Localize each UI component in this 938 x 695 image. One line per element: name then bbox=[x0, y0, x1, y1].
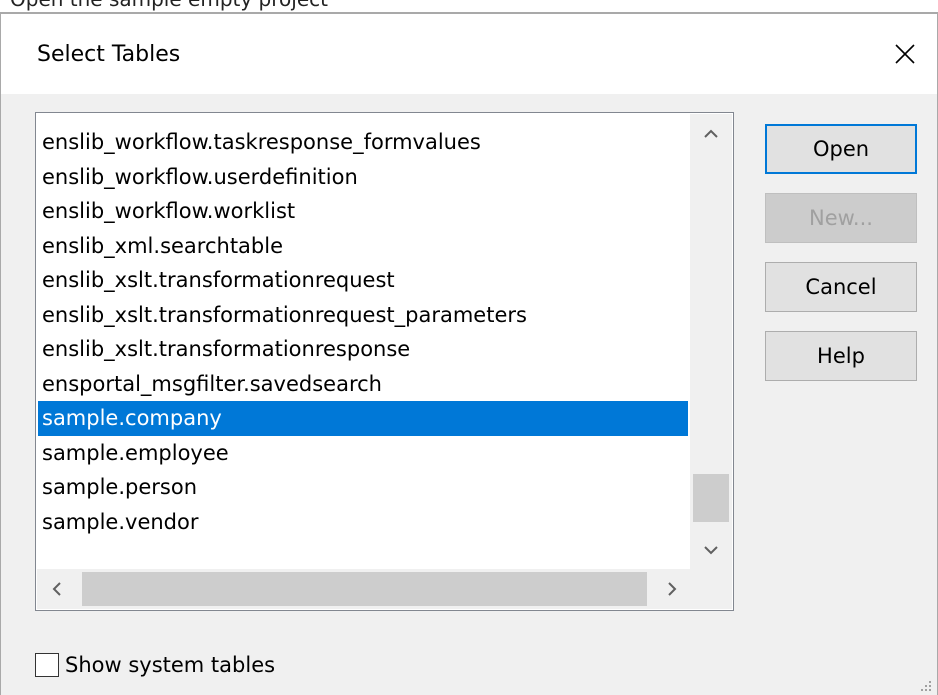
list-item[interactable]: enslib_xslt.transformationrequest bbox=[38, 263, 688, 298]
dialog-title: Select Tables bbox=[37, 42, 181, 67]
show-system-tables-checkbox[interactable]: Show system tables bbox=[35, 647, 275, 683]
list-item[interactable]: sample.company bbox=[38, 401, 688, 436]
list-item[interactable]: enslib_xslt.transformationrequest_parame… bbox=[38, 298, 688, 333]
background-window: Open the sample empty project bbox=[0, 0, 938, 12]
close-button[interactable] bbox=[883, 32, 927, 76]
list-item[interactable]: ensportal_msgfilter.savedsearch bbox=[38, 367, 688, 402]
checkbox-box[interactable] bbox=[35, 653, 59, 677]
list-item[interactable]: enslib_xml.searchtable bbox=[38, 229, 688, 264]
list-item[interactable]: sample.vendor bbox=[38, 505, 688, 540]
list-item[interactable]: enslib_workflow.worklist bbox=[38, 194, 688, 229]
horizontal-scrollbar[interactable] bbox=[37, 569, 692, 609]
tables-listbox[interactable]: enslib_workflow.taskresponse_formvalues e… bbox=[35, 112, 734, 611]
chevron-right-icon bbox=[668, 582, 677, 596]
table-list: enslib_workflow.taskresponse_formvalues e… bbox=[38, 125, 688, 539]
scrollbar-corner bbox=[690, 569, 732, 609]
help-button[interactable]: Help bbox=[765, 331, 917, 381]
list-item[interactable]: enslib_workflow.userdefinition bbox=[38, 160, 688, 195]
vertical-scrollbar[interactable] bbox=[690, 114, 732, 570]
list-item[interactable]: sample.person bbox=[38, 470, 688, 505]
list-item[interactable]: enslib_workflow.taskresponse_formvalues bbox=[38, 125, 688, 160]
list-item[interactable]: enslib_xslt.transformationresponse bbox=[38, 332, 688, 367]
cancel-button[interactable]: Cancel bbox=[765, 262, 917, 312]
scroll-right-button[interactable] bbox=[652, 569, 692, 609]
dialog-body: enslib_workflow.taskresponse_formvalues e… bbox=[0, 94, 938, 695]
chevron-down-icon bbox=[704, 546, 718, 555]
scroll-up-button[interactable] bbox=[690, 114, 732, 154]
scroll-down-button[interactable] bbox=[690, 530, 732, 570]
resize-grip-icon[interactable] bbox=[917, 677, 933, 693]
title-bar: Select Tables bbox=[0, 12, 938, 94]
open-button[interactable]: Open bbox=[765, 124, 917, 174]
chevron-up-icon bbox=[704, 129, 718, 138]
chevron-left-icon bbox=[52, 582, 61, 596]
horizontal-scroll-thumb[interactable] bbox=[82, 572, 647, 606]
show-system-tables-label: Show system tables bbox=[65, 653, 276, 677]
scroll-left-button[interactable] bbox=[37, 569, 77, 609]
list-item[interactable]: sample.employee bbox=[38, 436, 688, 471]
vertical-scroll-thumb[interactable] bbox=[693, 474, 729, 522]
background-text: Open the sample empty project bbox=[10, 0, 328, 9]
new-button: New... bbox=[765, 193, 917, 243]
close-icon bbox=[895, 44, 915, 64]
select-tables-dialog: Select Tables enslib_workflow.taskrespon… bbox=[0, 12, 938, 695]
